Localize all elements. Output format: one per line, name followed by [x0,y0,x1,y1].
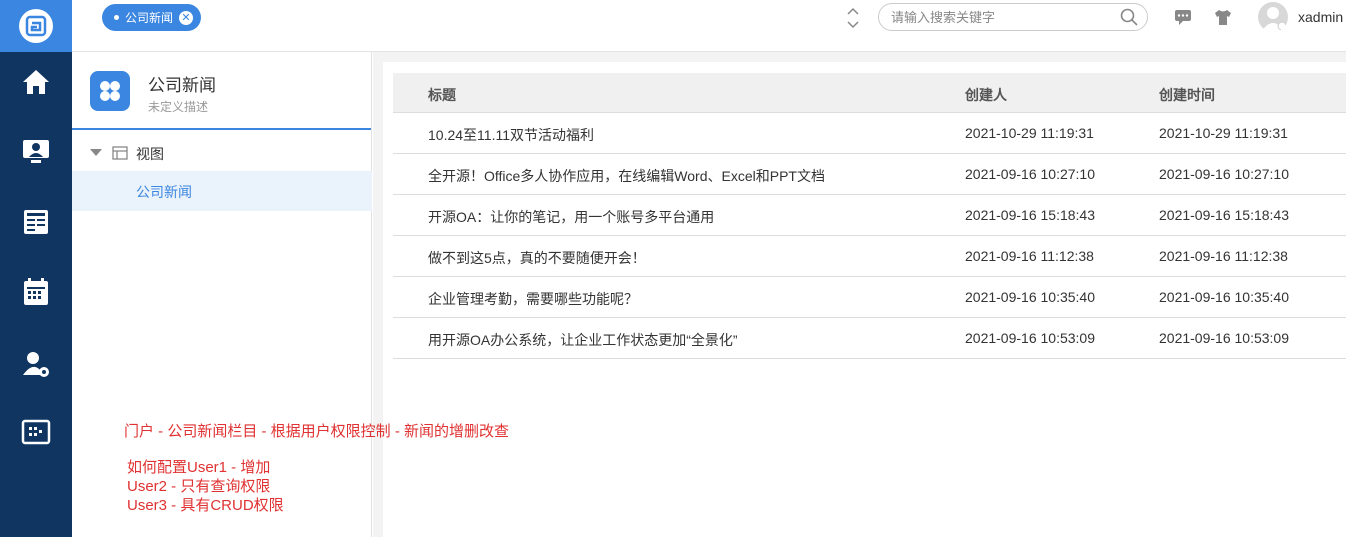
close-icon[interactable]: ✕ [179,10,194,25]
monitor-user-icon [23,140,49,163]
shirt-icon[interactable] [1214,8,1232,26]
dot-icon [114,15,119,20]
header-creator[interactable]: 创建人 [965,85,1007,105]
home-icon [23,70,49,94]
content-area: 标题 创建人 创建时间 10.24至11.11双节活动福利 2021-10-29… [373,52,1346,537]
nav-item-board[interactable] [0,404,72,460]
cell-created-time: 2021-09-16 15:18:43 [1159,207,1289,223]
message-icon[interactable] [1174,8,1192,26]
table-row[interactable]: 做不到这5点，真的不要随便开会！ 2021-09-16 11:12:38 202… [393,236,1346,277]
tab-company-news[interactable]: 公司新闻 ✕ [102,4,202,31]
app-logo[interactable] [0,0,72,52]
side-description: 未定义描述 [148,100,209,114]
cell-created-time: 2021-09-16 10:53:09 [1159,330,1289,346]
nav-item-calendar[interactable] [0,264,72,320]
search-icon[interactable] [1120,8,1138,26]
calendar-icon [24,278,48,305]
cell-created-time: 2021-09-16 11:12:38 [1159,248,1288,264]
tree-leaf-company-news[interactable]: 公司新闻 [72,171,372,211]
grid-app-icon [90,71,130,111]
table-row[interactable]: 10.24至11.11双节活动福利 2021-10-29 11:19:31 20… [393,113,1346,154]
nav-item-monitor-user[interactable] [0,124,72,180]
top-header: 公司新闻 ✕ xadmin [72,0,1346,52]
form-icon [24,210,48,234]
annotation-line-4: User3 - 具有CRUD权限 [127,497,284,514]
left-nav [0,0,72,537]
nav-item-home[interactable] [0,54,72,110]
table-header: 标题 创建人 创建时间 [393,73,1346,113]
cell-created-time: 2021-09-16 10:35:40 [1159,289,1289,305]
logo-icon [19,9,53,43]
cell-title[interactable]: 10.24至11.11双节活动福利 [428,125,594,145]
side-title: 公司新闻 [148,76,216,95]
cell-creator: 2021-09-16 10:35:40 [965,289,1095,305]
username[interactable]: xadmin [1298,9,1343,25]
table-row[interactable]: 企业管理考勤，需要哪些功能呢？ 2021-09-16 10:35:40 2021… [393,277,1346,318]
scroll-arrows-icon[interactable] [844,4,862,32]
side-header: 公司新闻 未定义描述 [72,52,371,130]
tree-leaf-label: 公司新闻 [136,184,192,200]
cell-title[interactable]: 用开源OA办公系统，让企业工作状态更加“全景化” [428,330,738,350]
header-title[interactable]: 标题 [428,85,456,105]
caret-down-icon[interactable] [90,149,102,156]
cell-creator: 2021-10-29 11:19:31 [965,125,1094,141]
cell-creator: 2021-09-16 10:27:10 [965,166,1095,182]
cell-title[interactable]: 开源OA：让你的笔记，用一个账号多平台通用 [428,207,714,227]
table-row[interactable]: 用开源OA办公系统，让企业工作状态更加“全景化” 2021-09-16 10:5… [393,318,1346,359]
header-created-time[interactable]: 创建时间 [1159,85,1215,105]
view-icon [112,146,128,160]
cell-title[interactable]: 全开源！Office多人协作应用，在线编辑Word、Excel和PPT文档 [428,166,825,186]
table-row[interactable]: 全开源！Office多人协作应用，在线编辑Word、Excel和PPT文档 20… [393,154,1346,195]
cell-title[interactable]: 做不到这5点，真的不要随便开会！ [428,248,646,268]
avatar[interactable] [1258,2,1288,32]
annotation-line-2: 如何配置User1 - 增加 [127,459,271,476]
tab-label: 公司新闻 [125,11,174,25]
nav-item-user-settings[interactable] [0,336,72,392]
search-input[interactable] [878,3,1148,31]
cell-title[interactable]: 企业管理考勤，需要哪些功能呢？ [428,289,638,309]
user-settings-icon [23,352,49,377]
annotation-line-1: 门户 - 公司新闻栏目 - 根据用户权限控制 - 新闻的增删改查 [124,423,509,440]
tree-node-label: 视图 [136,146,164,162]
annotation-line-3: User2 - 只有查询权限 [127,478,271,495]
cell-creator: 2021-09-16 11:12:38 [965,248,1094,264]
table-row[interactable]: 开源OA：让你的笔记，用一个账号多平台通用 2021-09-16 15:18:4… [393,195,1346,236]
tree-node-view[interactable]: 视图 [72,139,372,167]
cell-creator: 2021-09-16 15:18:43 [965,207,1095,223]
content-panel: 标题 创建人 创建时间 10.24至11.11双节活动福利 2021-10-29… [383,62,1346,537]
nav-item-form[interactable] [0,194,72,250]
cell-created-time: 2021-10-29 11:19:31 [1159,125,1288,141]
cell-creator: 2021-09-16 10:53:09 [965,330,1095,346]
news-table: 标题 创建人 创建时间 10.24至11.11双节活动福利 2021-10-29… [393,73,1346,359]
board-icon [21,419,51,445]
cell-created-time: 2021-09-16 10:27:10 [1159,166,1289,182]
